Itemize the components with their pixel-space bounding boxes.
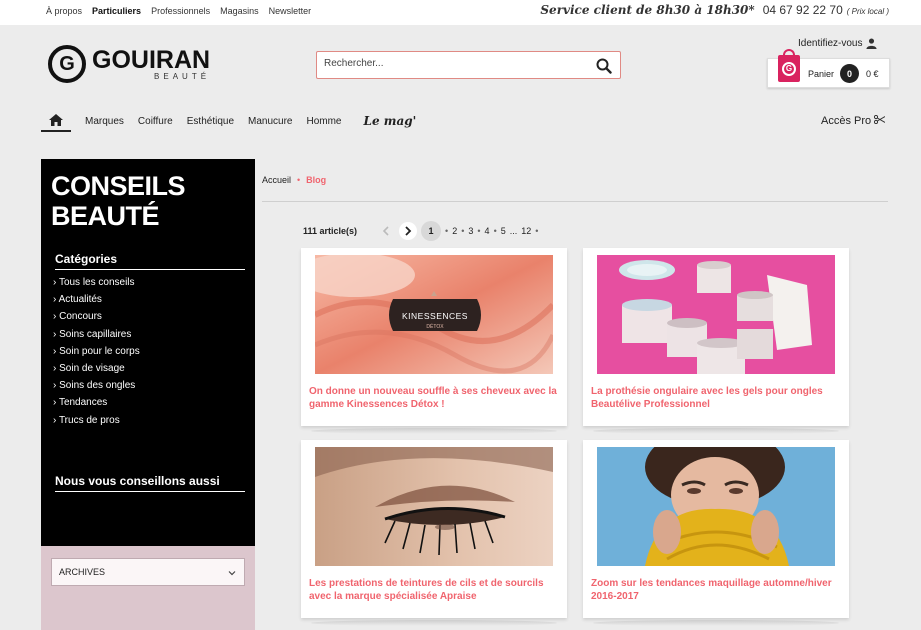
logo-name: GOUIRAN xyxy=(92,45,211,74)
article-count: 111 article(s) xyxy=(303,226,358,236)
kinessences-badge-text: KINESSENCES xyxy=(402,311,468,321)
page-1[interactable]: 1 xyxy=(421,221,442,241)
sidebar-title: CONSEILS BEAUTÉ xyxy=(51,171,186,231)
archives-panel: ARCHIVES xyxy=(41,546,255,630)
top-link-particuliers[interactable]: Particuliers xyxy=(92,6,141,16)
categories-list: › Tous les conseils › Actualités › Conco… xyxy=(53,277,140,432)
cart-button[interactable]: G Panier 0 0 € xyxy=(767,49,890,88)
article-image-hair[interactable]: KINESSENCES DÉTOX xyxy=(315,255,553,374)
category-item[interactable]: › Soins des ongles xyxy=(53,380,140,397)
shopping-bag-icon: G xyxy=(778,49,800,82)
top-link-newsletter[interactable]: Newsletter xyxy=(269,6,312,16)
category-item[interactable]: › Tendances xyxy=(53,397,140,414)
page-ellipsis: ... xyxy=(509,226,518,236)
category-item[interactable]: › Soins capillaires xyxy=(53,329,140,346)
page-5[interactable]: 5 xyxy=(501,226,506,236)
article-title[interactable]: Zoom sur les tendances maquillage automn… xyxy=(591,578,843,603)
service-phone[interactable]: 04 67 92 22 70 xyxy=(763,3,843,17)
category-item[interactable]: › Trucs de pros xyxy=(53,415,140,432)
login-link[interactable]: Identifiez-vous xyxy=(798,38,878,49)
breadcrumb-current: Blog xyxy=(306,175,327,185)
article-card[interactable]: KINESSENCES DÉTOX On donne un nouveau so… xyxy=(301,248,567,434)
top-bar: À propos Particuliers Professionnels Mag… xyxy=(0,0,921,25)
category-item[interactable]: › Soin pour le corps xyxy=(53,346,140,363)
archives-select[interactable]: ARCHIVES xyxy=(51,558,245,586)
nav-item-marques[interactable]: Marques xyxy=(85,116,124,127)
login-label: Identifiez-vous xyxy=(798,38,863,49)
sidebar-title-line2: BEAUTÉ xyxy=(51,201,160,231)
advice-heading: Nous vous conseillons aussi xyxy=(55,474,245,492)
search-icon[interactable] xyxy=(596,58,612,74)
article-image-nail-gels[interactable] xyxy=(597,255,835,374)
category-item[interactable]: › Concours xyxy=(53,311,140,328)
category-item[interactable]: › Actualités xyxy=(53,294,140,311)
breadcrumb: Accueil • Blog xyxy=(262,175,327,185)
chevron-right-icon xyxy=(405,226,412,236)
pagination: 111 article(s) 1 • 2 • 3 • 4 • 5 ... 12 … xyxy=(303,221,542,241)
nav-item-manucure[interactable]: Manucure xyxy=(248,116,292,127)
scissors-icon xyxy=(874,114,886,125)
breadcrumb-home[interactable]: Accueil xyxy=(262,175,291,185)
home-nav-button[interactable] xyxy=(41,110,71,132)
article-image-makeup-trends[interactable] xyxy=(597,447,835,566)
category-item[interactable]: › Soin de visage xyxy=(53,363,140,380)
page-4[interactable]: 4 xyxy=(485,226,490,236)
nav-item-coiffure[interactable]: Coiffure xyxy=(138,116,173,127)
chevron-down-icon xyxy=(228,571,236,576)
next-page-button[interactable] xyxy=(399,222,418,240)
logo[interactable]: G GOUIRAN BEAUTÉ xyxy=(48,45,210,83)
pro-access-label: Accès Pro xyxy=(821,115,872,127)
sidebar: CONSEILS BEAUTÉ Catégories › Tous les co… xyxy=(41,159,255,630)
sidebar-title-line1: CONSEILS xyxy=(51,171,186,201)
top-links: À propos Particuliers Professionnels Mag… xyxy=(46,6,311,16)
nav-item-esthetique[interactable]: Esthétique xyxy=(187,116,234,127)
home-icon xyxy=(49,114,63,126)
search-box xyxy=(316,51,621,79)
cart-count-badge: 0 xyxy=(840,64,859,83)
nav-item-homme[interactable]: Homme xyxy=(306,116,341,127)
kinessences-badge-sub: DÉTOX xyxy=(426,323,444,330)
article-title[interactable]: Les prestations de teintures de cils et … xyxy=(309,578,561,603)
logo-g-icon: G xyxy=(48,45,86,83)
article-card[interactable]: Les prestations de teintures de cils et … xyxy=(301,440,567,626)
top-link-magasins[interactable]: Magasins xyxy=(220,6,259,16)
category-item[interactable]: › Tous les conseils xyxy=(53,277,140,294)
page-3[interactable]: 3 xyxy=(468,226,473,236)
nav-item-le-mag[interactable]: Le mag' xyxy=(364,114,417,128)
cart-label: Panier xyxy=(808,69,835,79)
main-nav: Marques Coiffure Esthétique Manucure Hom… xyxy=(41,110,416,132)
divider xyxy=(262,201,888,202)
article-title[interactable]: La prothésie ongulaire avec les gels pou… xyxy=(591,386,843,411)
pro-access-link[interactable]: Accès Pro xyxy=(821,114,886,127)
page-2[interactable]: 2 xyxy=(452,226,457,236)
top-link-professionnels[interactable]: Professionnels xyxy=(151,6,210,16)
price-note: ( Prix local ) xyxy=(846,7,889,16)
customer-service: Service client de 8h30 à 18h30* 04 67 92 … xyxy=(540,3,889,17)
chevron-left-icon xyxy=(382,226,389,236)
categories-heading: Catégories xyxy=(55,252,245,270)
user-icon xyxy=(866,38,878,49)
article-card[interactable]: La prothésie ongulaire avec les gels pou… xyxy=(583,248,849,434)
cart-total: 0 € xyxy=(866,69,879,79)
archives-label: ARCHIVES xyxy=(59,567,106,577)
prev-page-button[interactable] xyxy=(377,222,395,240)
article-image-eyelashes[interactable] xyxy=(315,447,553,566)
top-link-a-propos[interactable]: À propos xyxy=(46,6,82,16)
search-input[interactable] xyxy=(324,58,584,69)
article-title[interactable]: On donne un nouveau souffle à ses cheveu… xyxy=(309,386,561,411)
page-12[interactable]: 12 xyxy=(521,226,531,236)
service-hours: Service client de 8h30 à 18h30* xyxy=(540,3,755,17)
article-card[interactable]: Zoom sur les tendances maquillage automn… xyxy=(583,440,849,626)
